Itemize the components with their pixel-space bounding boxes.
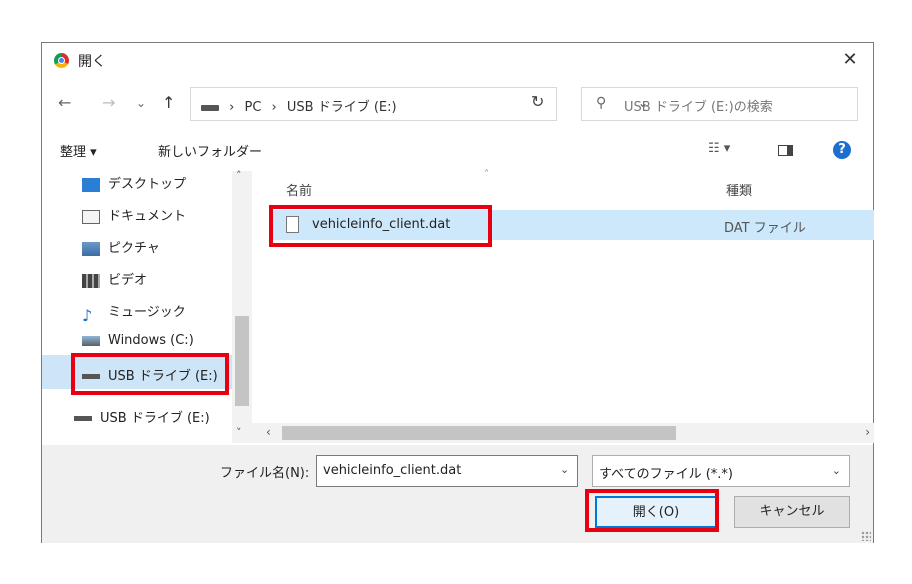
scroll-up-icon[interactable]: ˄ xyxy=(236,169,242,182)
sidebar-item-windows-c[interactable]: Windows (C:) xyxy=(82,333,194,357)
sort-ascending-icon: ˄ xyxy=(484,169,489,180)
sidebar-item-pictures[interactable]: ピクチャ xyxy=(82,237,160,261)
breadcrumb-pc[interactable]: PC xyxy=(244,100,261,115)
pictures-icon xyxy=(82,241,100,256)
file-row[interactable]: vehicleinfo_client.dat DAT ファイル xyxy=(270,210,874,240)
forward-icon[interactable]: → xyxy=(102,93,115,112)
help-icon[interactable]: ? xyxy=(833,141,851,159)
view-options-icon[interactable]: ☷ ▾ xyxy=(708,141,730,156)
filetype-select[interactable]: すべてのファイル (*.*) ⌄ xyxy=(592,455,850,487)
sidebar-item-usb-drive[interactable]: USB ドライブ (E:) xyxy=(82,365,218,389)
scroll-thumb[interactable] xyxy=(282,426,676,440)
drive-icon xyxy=(201,104,219,111)
chrome-icon xyxy=(54,53,69,68)
sidebar-item-videos[interactable]: ビデオ xyxy=(82,269,147,293)
windows-drive-icon xyxy=(82,335,100,346)
column-header-type[interactable]: 種類 xyxy=(726,180,752,199)
scroll-left-icon[interactable]: ‹ xyxy=(266,425,271,439)
desktop-icon xyxy=(82,177,100,192)
breadcrumb-usb-drive[interactable]: USB ドライブ (E:) xyxy=(287,100,397,115)
preview-pane-icon[interactable] xyxy=(778,145,793,156)
cancel-button[interactable]: キャンセル xyxy=(734,496,850,528)
scroll-down-icon[interactable]: ˅ xyxy=(236,426,242,439)
new-folder-button[interactable]: 新しいフォルダー xyxy=(158,141,262,160)
navigation-pane: デスクトップ ドキュメント ピクチャ ビデオ ♪ ミュージック Windows (… xyxy=(42,171,252,443)
address-bar[interactable]: › PC › USB ドライブ (E:) ⌄ xyxy=(190,87,648,121)
open-button[interactable]: 開く(O) xyxy=(595,496,717,528)
recent-locations-icon[interactable]: ⌄ xyxy=(136,96,146,110)
refresh-icon[interactable]: ↻ xyxy=(531,92,544,111)
sidebar-item-music[interactable]: ♪ ミュージック xyxy=(82,301,186,325)
search-input[interactable]: ⚲ USB ドライブ (E:)の検索 xyxy=(581,87,858,121)
sidebar-scrollbar[interactable]: ˄ ˅ xyxy=(232,169,252,443)
back-icon[interactable]: ← xyxy=(58,93,71,112)
search-placeholder: USB ドライブ (E:)の検索 xyxy=(624,100,773,115)
column-header-name[interactable]: 名前 xyxy=(286,180,312,199)
file-icon xyxy=(286,216,299,233)
video-icon xyxy=(82,273,100,288)
open-file-dialog: 開く ✕ ← → ⌄ ↑ › PC › USB ドライブ (E:) ⌄ ↻ ⚲ … xyxy=(41,42,874,543)
music-icon: ♪ xyxy=(82,305,93,325)
address-row: ← → ⌄ ↑ › PC › USB ドライブ (E:) ⌄ ↻ ⚲ USB ド… xyxy=(42,87,873,121)
scroll-right-icon[interactable]: › xyxy=(865,425,870,439)
file-name: vehicleinfo_client.dat xyxy=(312,217,451,232)
title-bar: 開く ✕ xyxy=(42,43,873,77)
document-icon xyxy=(82,209,100,224)
sidebar-item-usb-drive-root[interactable]: USB ドライブ (E:) xyxy=(74,407,210,431)
scroll-thumb[interactable] xyxy=(235,316,249,406)
crumb-sep: › xyxy=(271,100,277,115)
sidebar-item-documents[interactable]: ドキュメント xyxy=(82,205,186,229)
search-icon: ⚲ xyxy=(596,95,607,111)
filename-label: ファイル名(N): xyxy=(220,466,310,481)
sidebar-item-desktop[interactable]: デスクトップ xyxy=(82,173,186,197)
command-bar: 整理 ▾ 新しいフォルダー ☷ ▾ ? xyxy=(42,139,873,165)
dialog-title: 開く xyxy=(78,54,106,70)
chevron-down-icon: ⌄ xyxy=(831,464,841,477)
filename-input[interactable]: vehicleinfo_client.dat xyxy=(316,455,578,487)
usb-drive-icon xyxy=(74,416,92,421)
file-type: DAT ファイル xyxy=(724,221,806,236)
up-icon[interactable]: ↑ xyxy=(162,93,175,112)
resize-grip-icon[interactable] xyxy=(861,531,871,541)
crumb-sep: › xyxy=(229,100,235,115)
usb-drive-icon xyxy=(82,374,100,379)
organize-button[interactable]: 整理 ▾ xyxy=(60,141,97,160)
file-list-scrollbar[interactable]: ‹ › xyxy=(252,423,874,443)
close-button[interactable]: ✕ xyxy=(835,47,865,73)
footer-panel: ファイル名(N): vehicleinfo_client.dat ⌄ すべてのフ… xyxy=(42,445,873,543)
filename-dropdown-icon[interactable]: ⌄ xyxy=(560,463,569,476)
